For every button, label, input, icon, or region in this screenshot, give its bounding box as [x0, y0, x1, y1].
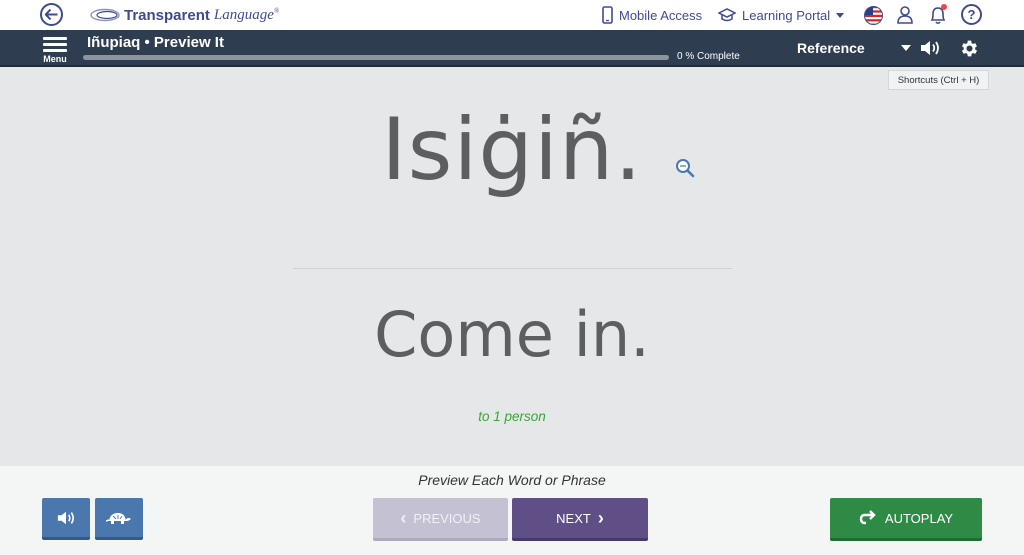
previous-button[interactable]: ‹ PREVIOUS — [373, 498, 508, 541]
mobile-access-link[interactable]: Mobile Access — [602, 5, 702, 25]
speaker-icon[interactable] — [919, 38, 941, 58]
bell-icon[interactable] — [927, 4, 949, 26]
notification-dot — [941, 4, 947, 10]
turtle-icon — [106, 512, 131, 524]
logo-suffix-text: Language® — [213, 6, 280, 23]
top-bar: Transparent Language® Mobile Access Lear… — [0, 0, 1024, 30]
mobile-access-label: Mobile Access — [619, 7, 703, 23]
menu-label: Menu — [43, 54, 67, 64]
user-icon[interactable] — [894, 4, 916, 26]
slow-audio-button[interactable] — [95, 498, 143, 540]
gear-icon[interactable] — [959, 38, 980, 59]
chevron-right-icon: › — [597, 508, 604, 528]
next-button[interactable]: NEXT › — [512, 498, 648, 541]
reference-dropdown[interactable]: Reference — [797, 40, 911, 56]
hamburger-icon-bar — [43, 49, 67, 52]
learning-portal-dropdown[interactable]: Learning Portal — [718, 5, 845, 25]
instruction-text: Preview Each Word or Phrase — [418, 472, 606, 488]
card-divider — [293, 268, 732, 269]
logo-brand-text: Transparent — [124, 6, 210, 24]
loop-arrow-icon — [859, 510, 876, 525]
chevron-left-icon: ‹ — [400, 508, 407, 528]
phone-icon — [602, 6, 613, 24]
lesson-progress-bar — [83, 55, 669, 60]
lesson-title: Iñupiaq • Preview It — [87, 34, 224, 51]
hamburger-icon-bar — [43, 43, 67, 46]
shortcuts-hint[interactable]: Shortcuts (Ctrl + H) — [888, 70, 989, 90]
next-label: NEXT — [556, 510, 591, 526]
learning-portal-label: Learning Portal — [742, 7, 831, 23]
usage-note: to 1 person — [478, 409, 546, 424]
previous-label: PREVIOUS — [413, 510, 481, 526]
graduation-cap-icon — [718, 8, 736, 22]
reference-label: Reference — [797, 40, 865, 56]
chevron-down-icon — [900, 45, 911, 51]
autoplay-button[interactable]: AUTOPLAY — [830, 498, 982, 541]
progress-text: 0 % Complete — [677, 51, 740, 62]
speaker-icon — [57, 511, 75, 524]
chevron-down-icon — [836, 12, 845, 18]
hamburger-icon — [43, 37, 67, 40]
logo-swoosh-icon — [90, 8, 120, 22]
menu-button[interactable]: Menu — [40, 34, 70, 64]
help-icon[interactable]: ? — [961, 4, 982, 25]
us-flag-icon[interactable] — [862, 4, 884, 26]
brand-logo[interactable]: Transparent Language® — [90, 5, 279, 25]
autoplay-label: AUTOPLAY — [884, 510, 954, 526]
arrow-left-icon — [45, 9, 58, 20]
target-phrase: Isiġiñ. — [381, 100, 643, 200]
back-button[interactable] — [40, 3, 63, 26]
translation-text: Come in. — [374, 298, 650, 371]
magnifier-icon[interactable] — [675, 158, 695, 178]
play-audio-button[interactable] — [42, 498, 90, 540]
